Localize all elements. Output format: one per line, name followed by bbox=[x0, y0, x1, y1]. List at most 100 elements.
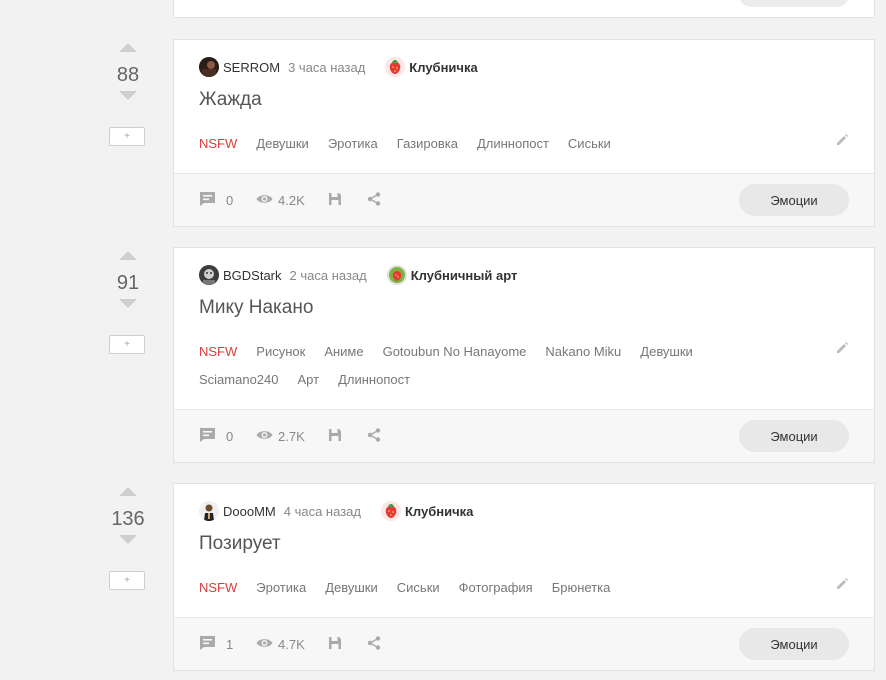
tag[interactable]: Брюнетка bbox=[552, 574, 611, 602]
arrow-down-icon[interactable] bbox=[119, 299, 137, 308]
emotions-button[interactable]: Эмоции bbox=[739, 628, 849, 660]
tag[interactable]: Арт bbox=[298, 366, 320, 394]
eye-icon bbox=[256, 193, 278, 208]
avatar[interactable] bbox=[199, 265, 219, 285]
emotions-button[interactable]: Эмоции bbox=[739, 184, 849, 216]
views-count: 4.2K bbox=[278, 192, 305, 208]
save-button[interactable] bbox=[328, 618, 342, 670]
post-title[interactable]: Мику Накано bbox=[199, 297, 313, 319]
tag[interactable]: Рисунок bbox=[256, 338, 305, 366]
save-icon bbox=[328, 428, 342, 445]
tag[interactable]: Nakano Miku bbox=[545, 338, 621, 366]
vote-count: 136 bbox=[111, 508, 145, 530]
emotions-button[interactable]: Эмоции bbox=[739, 420, 849, 452]
share-icon bbox=[367, 191, 381, 209]
tag[interactable]: Gotoubun No Hanayome bbox=[383, 338, 527, 366]
tag[interactable]: Газировка bbox=[397, 130, 458, 158]
tag[interactable]: Длиннопост bbox=[477, 130, 549, 158]
save-button[interactable] bbox=[328, 174, 342, 226]
post-time: 3 часа назад bbox=[288, 59, 366, 75]
strawberry-icon bbox=[380, 501, 401, 521]
community-name: Клубничка bbox=[409, 59, 478, 75]
avatar[interactable] bbox=[199, 57, 219, 77]
tag-nsfw[interactable]: NSFW bbox=[199, 338, 237, 366]
comments-count: 0 bbox=[226, 192, 234, 208]
avatar-image-icon bbox=[199, 501, 219, 521]
tag[interactable]: Девушки bbox=[640, 338, 693, 366]
save-icon bbox=[328, 192, 342, 209]
community-link[interactable]: Клубничка bbox=[385, 57, 478, 77]
author-name[interactable]: DoooMM bbox=[223, 504, 276, 519]
share-button[interactable] bbox=[367, 174, 381, 226]
post-time: 2 часа назад bbox=[289, 267, 367, 283]
arrow-up-icon[interactable] bbox=[119, 251, 137, 260]
tag[interactable]: Аниме bbox=[324, 338, 363, 366]
author-name[interactable]: BGDStark bbox=[223, 268, 282, 283]
plus-icon[interactable]: + bbox=[109, 127, 145, 146]
views-count: 2.7K bbox=[278, 428, 305, 444]
comment-icon bbox=[199, 427, 226, 446]
author-row: SERROM 3 часа назад Клубничка bbox=[199, 57, 478, 77]
previous-post-card bbox=[173, 0, 875, 18]
post-title[interactable]: Позирует bbox=[199, 533, 281, 555]
comments-count: 1 bbox=[226, 636, 234, 652]
author-name[interactable]: SERROM bbox=[223, 60, 280, 75]
eye-icon bbox=[256, 429, 278, 444]
author-row: BGDStark 2 часа назад Клубничный арт bbox=[199, 265, 517, 285]
post-card: SERROM 3 часа назад Клубничка Жажда NSFW… bbox=[173, 39, 875, 227]
tag[interactable]: Девушки bbox=[256, 130, 309, 158]
arrow-down-icon[interactable] bbox=[119, 91, 137, 100]
pencil-icon[interactable] bbox=[835, 133, 849, 147]
views-counter: 4.2K bbox=[256, 174, 305, 226]
tag[interactable]: Сиськи bbox=[397, 574, 440, 602]
tag[interactable]: Длиннопост bbox=[338, 366, 410, 394]
community-name: Клубничка bbox=[404, 503, 474, 519]
save-button[interactable] bbox=[328, 410, 342, 462]
vote-count: 91 bbox=[116, 272, 140, 294]
plus-icon[interactable]: + bbox=[109, 335, 145, 354]
post-footer: 1 4.7K Эмоции bbox=[174, 617, 874, 670]
post-footer: 0 4.2K Эмоции bbox=[174, 173, 874, 226]
tag-nsfw[interactable]: NSFW bbox=[199, 574, 237, 602]
strawberry-icon bbox=[385, 57, 406, 77]
avatar-image-icon bbox=[199, 265, 219, 285]
comments-counter[interactable]: 0 bbox=[199, 174, 233, 226]
tag[interactable]: Sciamano240 bbox=[199, 366, 279, 394]
comment-icon bbox=[199, 635, 226, 654]
tag[interactable]: Эротика bbox=[328, 130, 378, 158]
tag-nsfw[interactable]: NSFW bbox=[199, 130, 237, 158]
plus-icon[interactable]: + bbox=[109, 571, 145, 590]
post-card: BGDStark 2 часа назад Клубничный арт Мик… bbox=[173, 247, 875, 463]
pencil-icon[interactable] bbox=[835, 341, 849, 355]
tag-list: NSFW Эротика Девушки Сиськи Фотография Брюнет… bbox=[199, 574, 799, 602]
comments-counter[interactable]: 1 bbox=[199, 618, 233, 670]
tag-list: NSFW Рисунок Аниме Gotoubun No Hanayome Naka… bbox=[199, 338, 799, 394]
previous-emotions-button[interactable] bbox=[739, 0, 849, 7]
avatar[interactable] bbox=[199, 501, 219, 521]
community-name: Клубничный арт bbox=[410, 267, 518, 283]
tag[interactable]: Эротика bbox=[256, 574, 306, 602]
comments-count: 0 bbox=[226, 428, 234, 444]
post-title[interactable]: Жажда bbox=[199, 89, 262, 111]
tag[interactable]: Фотография bbox=[459, 574, 533, 602]
comments-counter[interactable]: 0 bbox=[199, 410, 233, 462]
post-time: 4 часа назад bbox=[283, 503, 361, 519]
tag[interactable]: Девушки bbox=[325, 574, 378, 602]
tag[interactable]: Сиськи bbox=[568, 130, 611, 158]
share-button[interactable] bbox=[367, 410, 381, 462]
share-button[interactable] bbox=[367, 618, 381, 670]
share-icon bbox=[367, 635, 381, 653]
arrow-up-icon[interactable] bbox=[119, 487, 137, 496]
author-row: DoooMM 4 часа назад Клубничка bbox=[199, 501, 473, 521]
tag-list: NSFW Девушки Эротика Газировка Длиннопост Сис… bbox=[199, 130, 799, 158]
save-icon bbox=[328, 636, 342, 653]
arrow-down-icon[interactable] bbox=[119, 535, 137, 544]
community-link[interactable]: Клубничный арт bbox=[386, 265, 518, 285]
avatar-image-icon bbox=[199, 57, 219, 77]
arrow-up-icon[interactable] bbox=[119, 43, 137, 52]
vote-count: 88 bbox=[116, 64, 140, 86]
community-link[interactable]: Клубничка bbox=[380, 501, 474, 521]
pencil-icon[interactable] bbox=[835, 577, 849, 591]
post-card: DoooMM 4 часа назад Клубничка Позирует N… bbox=[173, 483, 875, 671]
strawberry-art-icon bbox=[386, 265, 407, 285]
